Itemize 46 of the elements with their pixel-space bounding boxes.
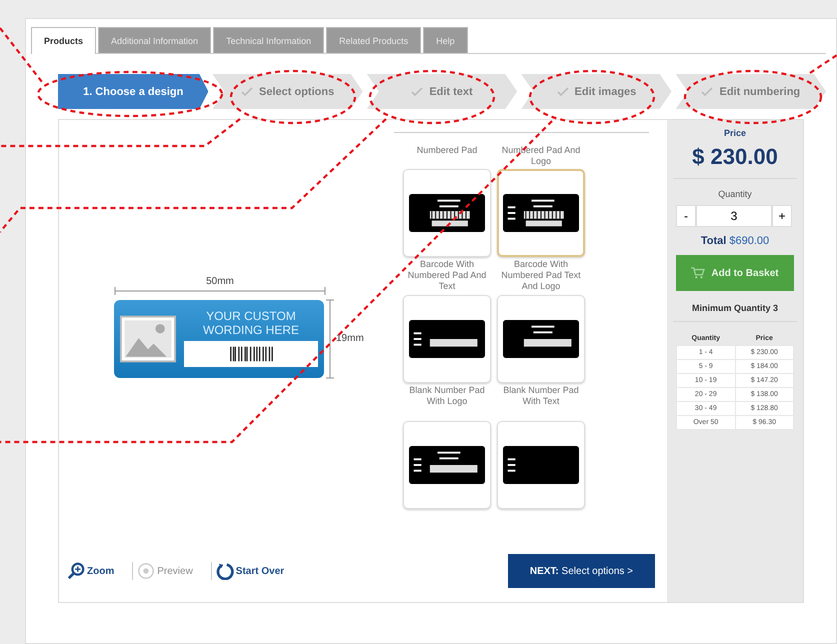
price-heading: Price — [722, 128, 748, 138]
check-icon — [556, 86, 569, 96]
decrease-button[interactable]: - — [676, 205, 696, 227]
increase-button[interactable]: + — [772, 205, 792, 227]
design-tile[interactable] — [403, 421, 491, 509]
add-to-basket-button[interactable]: Add to Basket — [676, 255, 794, 291]
design-tile[interactable] — [497, 169, 585, 257]
design-name: Barcode With Numbered Pad Text And Logo — [500, 259, 582, 293]
wizard-step[interactable]: Select options — [212, 74, 363, 109]
tool-button[interactable]: Zoom — [63, 562, 118, 580]
quantity-field[interactable]: 3 — [696, 205, 772, 227]
height-dimension: 19mm — [336, 333, 364, 344]
width-dimension: 50mm — [206, 276, 234, 286]
wizard-step[interactable]: Edit text — [366, 74, 518, 109]
next-button[interactable]: NEXT: Select options > — [508, 554, 655, 588]
wizard-step[interactable]: 1. Choose a design — [58, 74, 208, 109]
design-name: Blank Number Pad With Text — [502, 385, 580, 408]
design-tile[interactable] — [403, 169, 491, 257]
image-placeholder-icon — [120, 314, 176, 364]
tool-button[interactable]: Start Over — [210, 562, 288, 580]
check-icon — [411, 86, 424, 96]
zoom-icon — [67, 562, 85, 580]
wizard-step[interactable]: Edit images — [521, 74, 672, 109]
wizard-step[interactable]: Edit numbering — [676, 74, 826, 109]
check-icon — [241, 86, 254, 96]
tab[interactable]: Help — [423, 27, 468, 53]
design-name: Barcode With Numbered Pad And Text — [406, 259, 488, 293]
custom-wording: YOUR CUSTOM WORDING HERE — [202, 310, 300, 337]
quantity-label: Quantity — [718, 189, 752, 199]
price-amount: $ 230.00 — [691, 144, 779, 170]
barcode-icon — [228, 346, 274, 362]
minimum-quantity: Minimum Quantity 3 — [673, 303, 797, 322]
design-tile[interactable] — [497, 295, 585, 383]
tab[interactable]: Related Products — [326, 27, 422, 53]
tab[interactable]: Additional Information — [98, 27, 212, 53]
design-tile[interactable] — [497, 421, 585, 509]
total-price: Total $690.00 — [700, 235, 770, 247]
design-name: Blank Number Pad With Logo — [408, 385, 486, 408]
restart-icon — [216, 562, 234, 580]
design-name: Numbered Pad — [416, 145, 478, 157]
tab[interactable]: Technical Information — [213, 27, 324, 53]
check-icon — [701, 86, 714, 96]
cart-icon — [691, 267, 706, 279]
design-tile[interactable] — [403, 295, 491, 383]
tab[interactable]: Products — [31, 27, 96, 54]
design-name: Numbered Pad And Logo — [500, 145, 582, 168]
